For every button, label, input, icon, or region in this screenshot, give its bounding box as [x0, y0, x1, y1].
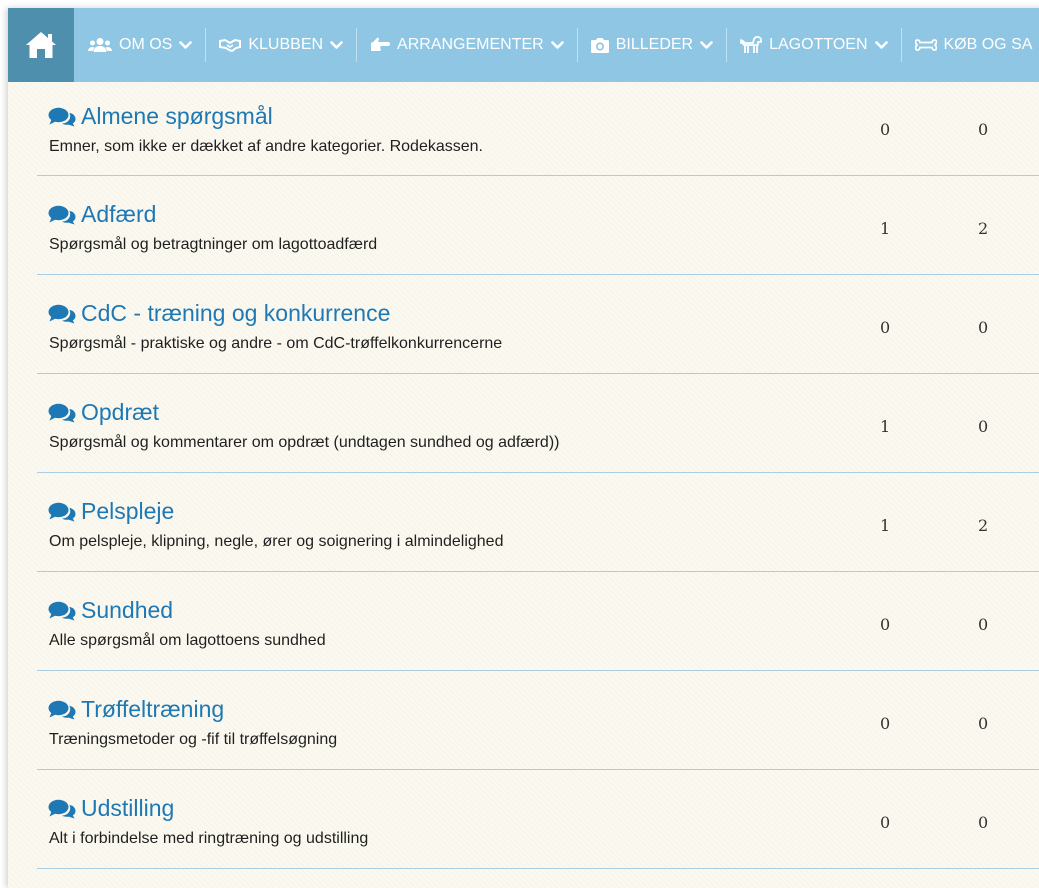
nav-item-label: KØB OG SA: [944, 36, 1033, 54]
nav-item-label: OM OS: [119, 36, 172, 54]
forum-description: Træningsmetoder og -fif til trøffelsøgni…: [49, 731, 337, 749]
topics-count: 1: [880, 219, 890, 238]
comments-icon: [48, 700, 76, 720]
forum-row: Adfærd Spørgsmål og betragtninger om lag…: [37, 176, 1039, 275]
chevron-down-icon: [551, 41, 564, 50]
nav-item-klubben[interactable]: KLUBBEN: [205, 8, 356, 82]
posts-count: 0: [978, 417, 988, 436]
topics-count: 0: [880, 615, 890, 634]
camera-icon: [591, 38, 609, 53]
forum-row: CdC - træning og konkurrence Spørgsmål -…: [37, 275, 1039, 374]
forum-title: CdC - træning og konkurrence: [81, 300, 390, 327]
topics-count: 0: [880, 813, 890, 832]
forum-title-link[interactable]: Almene spørgsmål: [48, 103, 273, 130]
nav-item-koeb-og-salg[interactable]: KØB OG SA: [901, 8, 1039, 82]
forum-title: Sundhed: [81, 597, 173, 624]
nav-item-label: KLUBBEN: [248, 36, 323, 54]
forum-description: Om pelspleje, klipning, negle, ører og s…: [49, 533, 503, 551]
posts-count: 2: [978, 516, 988, 535]
forum-row: Opdræt Spørgsmål og kommentarer om opdræ…: [37, 374, 1039, 473]
chevron-down-icon: [875, 41, 888, 50]
forum-title-link[interactable]: Pelspleje: [48, 498, 174, 525]
home-icon: [24, 30, 58, 60]
dog-icon: [740, 36, 762, 54]
chevron-down-icon: [330, 41, 343, 50]
posts-count: 0: [978, 615, 988, 634]
main-navbar: OM OS KLUBBEN: [8, 8, 1039, 82]
topics-count: 1: [880, 516, 890, 535]
forum-title-link[interactable]: CdC - træning og konkurrence: [48, 300, 390, 327]
forum-title: Pelspleje: [81, 498, 174, 525]
forum-title: Opdræt: [81, 399, 159, 426]
nav-item-om-os[interactable]: OM OS: [74, 8, 205, 82]
forum-title: Adfærd: [81, 201, 156, 228]
comments-icon: [48, 304, 76, 324]
forum-description: Spørgsmål - praktiske og andre - om CdC-…: [49, 335, 502, 353]
topics-count: 0: [880, 714, 890, 733]
comments-icon: [48, 205, 76, 225]
comments-icon: [48, 107, 76, 127]
forum-description: Emner, som ikke er dækket af andre kateg…: [49, 138, 483, 156]
forum-title: Almene spørgsmål: [81, 103, 273, 130]
forum-description: Alt i forbindelse med ringtræning og uds…: [49, 830, 368, 848]
nav-item-billeder[interactable]: BILLEDER: [577, 8, 726, 82]
posts-count: 0: [978, 813, 988, 832]
posts-count: 0: [978, 714, 988, 733]
posts-count: 0: [978, 318, 988, 337]
hand-point-icon: [370, 37, 390, 53]
forum-title-link[interactable]: Udstilling: [48, 795, 174, 822]
forum-row: Udstilling Alt i forbindelse med ringtræ…: [37, 770, 1039, 869]
nav-item-label: ARRANGEMENTER: [397, 36, 544, 54]
forum-description: Spørgsmål og kommentarer om opdræt (undt…: [49, 434, 559, 452]
users-icon: [88, 37, 112, 53]
topics-count: 0: [880, 120, 890, 139]
comments-icon: [48, 799, 76, 819]
forum-title-link[interactable]: Sundhed: [48, 597, 173, 624]
nav-item-label: LAGOTTOEN: [769, 36, 867, 54]
forum-title: Udstilling: [81, 795, 174, 822]
bone-icon: [915, 39, 937, 51]
forum-list: Almene spørgsmål Emner, som ikke er dækk…: [37, 82, 1039, 869]
chevron-down-icon: [700, 41, 713, 50]
forum-title-link[interactable]: Adfærd: [48, 201, 156, 228]
comments-icon: [48, 403, 76, 423]
forum-title-link[interactable]: Trøffeltræning: [48, 696, 224, 723]
nav-item-arrangementer[interactable]: ARRANGEMENTER: [356, 8, 577, 82]
forum-title: Trøffeltræning: [81, 696, 224, 723]
forum-row: Sundhed Alle spørgsmål om lagottoens sun…: [37, 572, 1039, 671]
topics-count: 1: [880, 417, 890, 436]
comments-icon: [48, 601, 76, 621]
forum-row: Pelspleje Om pelspleje, klipning, negle,…: [37, 473, 1039, 572]
forum-row: Trøffeltræning Træningsmetoder og -fif t…: [37, 671, 1039, 770]
comments-icon: [48, 502, 76, 522]
nav-item-label: BILLEDER: [616, 36, 693, 54]
forum-description: Spørgsmål og betragtninger om lagottoadf…: [49, 236, 377, 254]
chevron-down-icon: [179, 41, 192, 50]
topics-count: 0: [880, 318, 890, 337]
home-button[interactable]: [8, 8, 74, 82]
forum-description: Alle spørgsmål om lagottoens sundhed: [49, 632, 326, 650]
forum-title-link[interactable]: Opdræt: [48, 399, 159, 426]
forum-row: Almene spørgsmål Emner, som ikke er dækk…: [37, 82, 1039, 176]
posts-count: 2: [978, 219, 988, 238]
handshake-icon: [219, 38, 241, 52]
posts-count: 0: [978, 120, 988, 139]
nav-item-lagottoen[interactable]: LAGOTTOEN: [726, 8, 900, 82]
